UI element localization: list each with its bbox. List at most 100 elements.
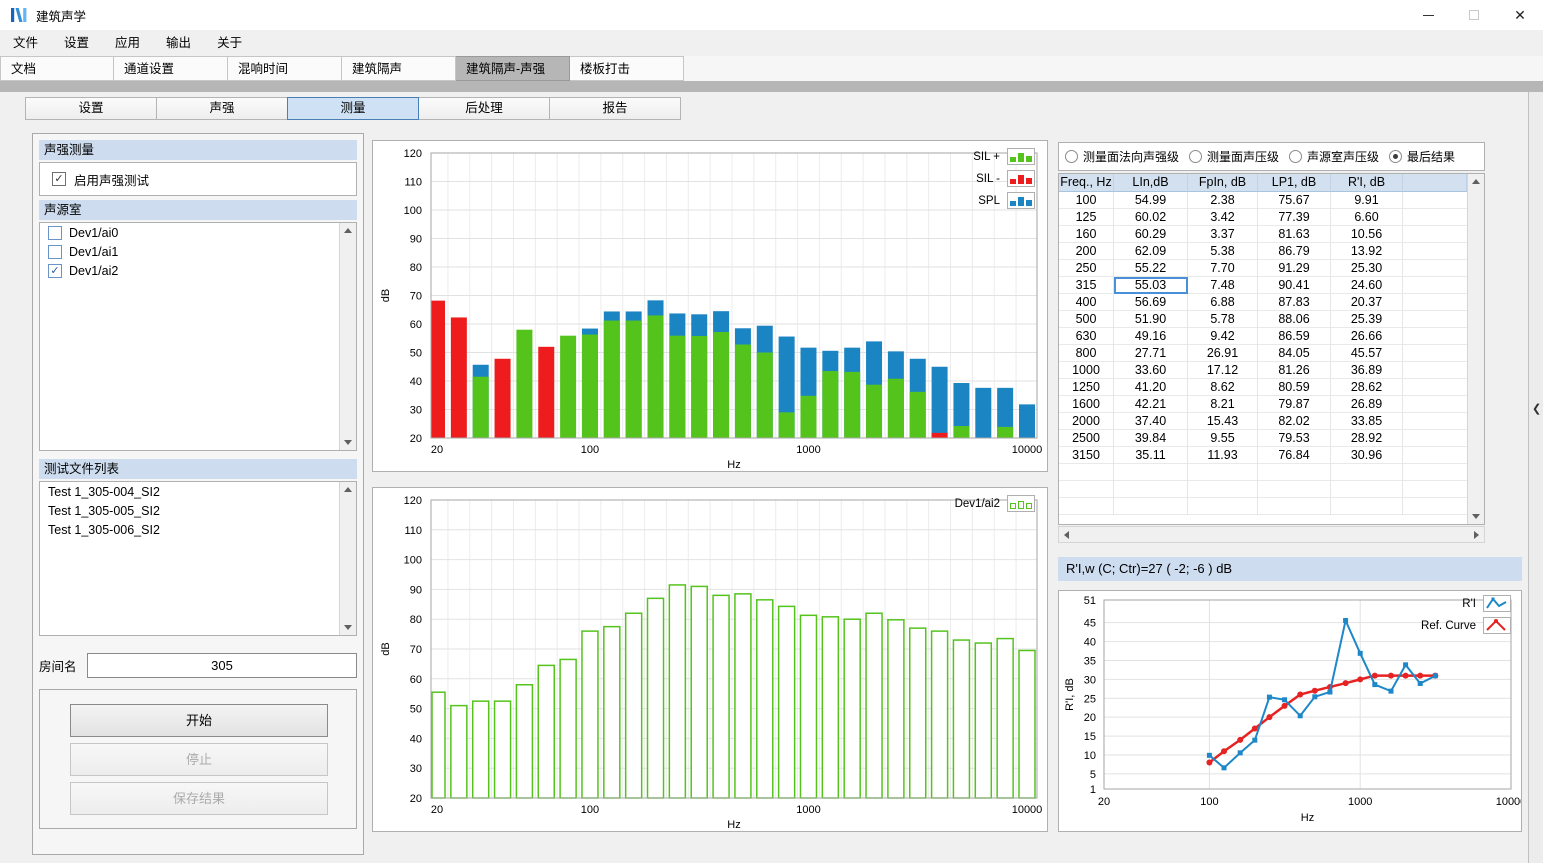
main-tab-0[interactable]: 文档	[0, 56, 114, 81]
table-cell[interactable]	[1403, 328, 1467, 345]
test-file-item-2[interactable]: Test 1_305-006_SI2	[40, 520, 339, 539]
table-cell[interactable]	[1403, 379, 1467, 396]
table-cell[interactable]: 15.43	[1188, 413, 1258, 430]
table-cell[interactable]	[1403, 192, 1467, 209]
scroll-right-icon[interactable]	[1474, 531, 1479, 539]
maximize-button[interactable]	[1451, 0, 1497, 30]
table-cell[interactable]: 8.21	[1188, 396, 1258, 413]
table-cell[interactable]	[1403, 396, 1467, 413]
table-cell[interactable]: 17.12	[1188, 362, 1258, 379]
table-cell[interactable]: 86.59	[1258, 328, 1331, 345]
table-cell[interactable]: 100	[1059, 192, 1114, 209]
radio-item-3[interactable]: 最后结果	[1389, 148, 1455, 165]
menu-item-4[interactable]: 关于	[204, 30, 255, 56]
channel-item-0[interactable]: Dev1/ai0	[40, 223, 339, 242]
table-cell[interactable]: 91.29	[1258, 260, 1331, 277]
save-results-button[interactable]: 保存结果	[70, 782, 328, 815]
table-cell[interactable]: 315	[1059, 277, 1114, 294]
table-cell[interactable]	[1403, 277, 1467, 294]
table-cell[interactable]: 30.96	[1331, 447, 1403, 464]
channel-checkbox-0[interactable]	[48, 226, 62, 240]
table-cell[interactable]: 11.93	[1188, 447, 1258, 464]
table-cell[interactable]	[1403, 430, 1467, 447]
radio-circle[interactable]	[1389, 150, 1402, 163]
table-cell[interactable]	[1403, 226, 1467, 243]
table-cell[interactable]: 3150	[1059, 447, 1114, 464]
table-cell[interactable]: 2000	[1059, 413, 1114, 430]
table-cell[interactable]	[1403, 294, 1467, 311]
table-cell[interactable]: 60.02	[1114, 209, 1188, 226]
table-cell[interactable]: 35.11	[1114, 447, 1188, 464]
table-cell[interactable]: 37.40	[1114, 413, 1188, 430]
table-cell[interactable]: 79.53	[1258, 430, 1331, 447]
stop-button[interactable]: 停止	[70, 743, 328, 776]
file-list-scrollbar[interactable]	[339, 482, 356, 635]
table-cell[interactable]: 160	[1059, 226, 1114, 243]
table-cell[interactable]: 86.79	[1258, 243, 1331, 260]
table-cell[interactable]: 8.62	[1188, 379, 1258, 396]
main-tab-2[interactable]: 混响时间	[228, 56, 342, 81]
table-cell[interactable]: 87.83	[1258, 294, 1331, 311]
room-name-input[interactable]: 305	[87, 653, 357, 678]
table-cell[interactable]: 7.70	[1188, 260, 1258, 277]
table-cell[interactable]: 26.89	[1331, 396, 1403, 413]
table-cell[interactable]: 5.78	[1188, 311, 1258, 328]
main-tab-4[interactable]: 建筑隔声-声强	[456, 56, 570, 81]
table-cell[interactable]: 9.42	[1188, 328, 1258, 345]
table-cell[interactable]: 25.39	[1331, 311, 1403, 328]
table-cell[interactable]	[1403, 311, 1467, 328]
table-cell[interactable]: 54.99	[1114, 192, 1188, 209]
table-cell[interactable]: 60.29	[1114, 226, 1188, 243]
table-cell[interactable]: 6.60	[1331, 209, 1403, 226]
minimize-button[interactable]	[1405, 0, 1451, 30]
table-cell[interactable]: 76.84	[1258, 447, 1331, 464]
table-cell[interactable]: 81.26	[1258, 362, 1331, 379]
table-cell[interactable]: 28.92	[1331, 430, 1403, 447]
table-cell[interactable]: 3.37	[1188, 226, 1258, 243]
table-cell[interactable]: 13.92	[1331, 243, 1403, 260]
table-cell[interactable]: 80.59	[1258, 379, 1331, 396]
channel-item-2[interactable]: ✓Dev1/ai2	[40, 261, 339, 280]
scroll-down-icon[interactable]	[1472, 514, 1480, 519]
table-cell[interactable]: 56.69	[1114, 294, 1188, 311]
table-cell[interactable]	[1403, 362, 1467, 379]
radio-item-1[interactable]: 测量面声压级	[1189, 148, 1279, 165]
table-cell[interactable]: 42.21	[1114, 396, 1188, 413]
table-cell[interactable]: 82.02	[1258, 413, 1331, 430]
sub-tab-0[interactable]: 设置	[25, 97, 157, 120]
table-cell[interactable]: 2500	[1059, 430, 1114, 447]
table-cell[interactable]: 1600	[1059, 396, 1114, 413]
radio-circle[interactable]	[1289, 150, 1302, 163]
radio-item-0[interactable]: 测量面法向声强级	[1065, 148, 1179, 165]
table-cell[interactable]: 79.87	[1258, 396, 1331, 413]
table-cell[interactable]: 1000	[1059, 362, 1114, 379]
table-cell[interactable]	[1403, 447, 1467, 464]
table-cell[interactable]: 36.89	[1331, 362, 1403, 379]
table-cell[interactable]: 250	[1059, 260, 1114, 277]
table-cell[interactable]: 27.71	[1114, 345, 1188, 362]
menu-item-0[interactable]: 文件	[0, 30, 51, 56]
main-tab-5[interactable]: 楼板打击	[570, 56, 684, 81]
table-cell[interactable]: 1250	[1059, 379, 1114, 396]
table-cell[interactable]: 26.91	[1188, 345, 1258, 362]
table-cell[interactable]: 62.09	[1114, 243, 1188, 260]
table-cell[interactable]: 51.90	[1114, 311, 1188, 328]
table-cell[interactable]: 200	[1059, 243, 1114, 260]
table-cell[interactable]: 10.56	[1331, 226, 1403, 243]
table-cell[interactable]: 77.39	[1258, 209, 1331, 226]
test-file-item-0[interactable]: Test 1_305-004_SI2	[40, 482, 339, 501]
table-cell[interactable]: 2.38	[1188, 192, 1258, 209]
table-cell[interactable]: 7.48	[1188, 277, 1258, 294]
table-cell[interactable]: 800	[1059, 345, 1114, 362]
table-cell[interactable]: 26.66	[1331, 328, 1403, 345]
table-cell[interactable]: 6.88	[1188, 294, 1258, 311]
table-cell[interactable]: 39.84	[1114, 430, 1188, 447]
channel-checkbox-2[interactable]: ✓	[48, 264, 62, 278]
radio-circle[interactable]	[1189, 150, 1202, 163]
sub-tab-4[interactable]: 报告	[549, 97, 681, 120]
collapse-arrow-icon[interactable]: ❮	[1532, 402, 1541, 415]
main-tab-1[interactable]: 通道设置	[114, 56, 228, 81]
table-cell[interactable]	[1403, 345, 1467, 362]
table-cell[interactable]: 25.30	[1331, 260, 1403, 277]
table-cell[interactable]: 500	[1059, 311, 1114, 328]
